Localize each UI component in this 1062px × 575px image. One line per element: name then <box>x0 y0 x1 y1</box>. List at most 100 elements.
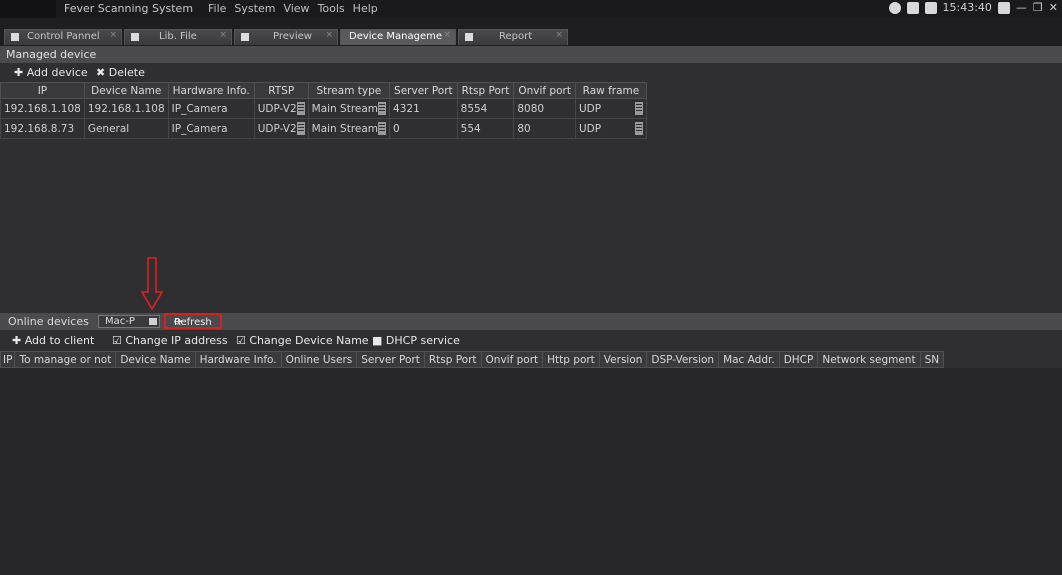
tab-preview[interactable]: Preview × <box>234 29 338 45</box>
add-device-button[interactable]: ✚ Add device <box>14 66 88 79</box>
plus-icon: ✚ <box>12 334 22 347</box>
info-icon[interactable] <box>888 1 901 14</box>
table-row[interactable]: 192.168.1.108 192.168.1.108 IP_Camera UD… <box>0 98 647 119</box>
user-icon[interactable] <box>997 1 1010 14</box>
col-stream-type[interactable]: Stream type <box>307 82 391 99</box>
col-onvif-port[interactable]: Onvif port <box>513 82 576 99</box>
menu-file[interactable]: File <box>208 2 226 15</box>
filter-dropdown[interactable]: Mac-P <box>98 315 160 328</box>
col-http-port[interactable]: Http port <box>542 351 600 368</box>
raw-frame-select[interactable]: UDP <box>574 118 647 139</box>
menu-view[interactable]: View <box>283 2 309 15</box>
col-rtsp-port[interactable]: Rtsp Port <box>456 82 515 99</box>
col-mac-addr[interactable]: Mac Addr. <box>718 351 780 368</box>
cell-rtsp-port[interactable]: 554 <box>456 118 515 139</box>
spinner-icon[interactable] <box>378 122 387 135</box>
col-to-manage[interactable]: To manage or not <box>14 351 117 368</box>
cell-hardware-info: IP_Camera <box>167 118 255 139</box>
monitor-icon[interactable] <box>906 1 919 14</box>
dhcp-service-button[interactable]: ■ DHCP service <box>372 334 460 347</box>
cell-onvif-port[interactable]: 80 <box>513 118 576 139</box>
col-ip[interactable]: IP <box>0 82 85 99</box>
filter-value: Mac-P <box>105 316 135 327</box>
rtsp-value: UDP-V2 <box>257 122 297 135</box>
spinner-icon[interactable] <box>634 102 643 115</box>
delete-label: Delete <box>108 66 145 79</box>
tab-bar: Control Pannel × Lib. File × Preview × D… <box>0 18 1062 46</box>
table-row[interactable]: 192.168.8.73 General IP_Camera UDP-V2 Ma… <box>0 118 647 139</box>
col-device-name[interactable]: Device Name <box>115 351 196 368</box>
cell-onvif-port[interactable]: 8080 <box>513 98 576 119</box>
col-network-segment[interactable]: Network segment <box>817 351 921 368</box>
stream-type-select[interactable]: Main Stream <box>307 118 391 139</box>
menu-tools[interactable]: Tools <box>318 2 345 15</box>
raw-frame-value: UDP <box>578 102 602 115</box>
managed-device-header: Managed device <box>0 46 1062 63</box>
spinner-icon[interactable] <box>296 102 305 115</box>
change-ip-button[interactable]: ☑ Change IP address <box>112 334 228 347</box>
spinner-icon[interactable] <box>634 122 643 135</box>
rtsp-select[interactable]: UDP-V2 <box>253 118 309 139</box>
col-onvif-port[interactable]: Onvif port <box>480 351 544 368</box>
col-device-name[interactable]: Device Name <box>83 82 169 99</box>
col-server-port[interactable]: Server Port <box>389 82 458 99</box>
online-device-list-area[interactable] <box>0 368 1062 575</box>
col-hardware-info[interactable]: Hardware Info. <box>194 351 282 368</box>
refresh-button[interactable]: ⟳ Refresh <box>164 313 222 329</box>
col-dhcp[interactable]: DHCP <box>778 351 819 368</box>
menu-system[interactable]: System <box>234 2 275 15</box>
col-ip[interactable]: IP <box>0 351 16 368</box>
preview-icon <box>241 33 249 41</box>
menu-help[interactable]: Help <box>353 2 378 15</box>
tab-control-pannel[interactable]: Control Pannel × <box>4 29 122 45</box>
dhcp-square-icon: ■ <box>372 334 383 347</box>
online-toolbar: ✚ Add to client ☑ Change IP address ☑ Ch… <box>0 332 1062 349</box>
tab-close-icon[interactable]: × <box>443 30 451 40</box>
dhcp-service-label: DHCP service <box>385 334 460 347</box>
spinner-icon[interactable] <box>378 102 387 115</box>
tab-label: Report <box>499 31 533 42</box>
rtsp-select[interactable]: UDP-V2 <box>253 98 309 119</box>
report-icon <box>465 33 473 41</box>
window-icon[interactable] <box>924 1 937 14</box>
delete-button[interactable]: ✖ Delete <box>96 66 145 79</box>
col-hardware-info[interactable]: Hardware Info. <box>167 82 255 99</box>
col-rtsp[interactable]: RTSP <box>253 82 309 99</box>
cell-server-port[interactable]: 0 <box>389 118 458 139</box>
cell-ip: 192.168.1.108 <box>0 98 85 119</box>
cell-rtsp-port[interactable]: 8554 <box>456 98 515 119</box>
tab-close-icon[interactable]: × <box>555 30 563 40</box>
chevron-down-icon[interactable] <box>149 318 157 325</box>
spinner-icon[interactable] <box>296 122 305 135</box>
edit-icon: ☑ <box>236 334 246 347</box>
control-panel-icon <box>11 33 19 41</box>
cell-server-port[interactable]: 4321 <box>389 98 458 119</box>
raw-frame-select[interactable]: UDP <box>574 98 647 119</box>
minimize-icon[interactable]: — <box>1016 1 1027 14</box>
online-devices-header: Online devices Mac-P ⟳ Refresh <box>0 313 1062 330</box>
col-raw-frame[interactable]: Raw frame <box>574 82 647 99</box>
tab-lib-file[interactable]: Lib. File × <box>124 29 232 45</box>
add-to-client-button[interactable]: ✚ Add to client <box>12 334 94 347</box>
stream-type-select[interactable]: Main Stream <box>307 98 391 119</box>
col-online-users[interactable]: Online Users <box>280 351 358 368</box>
col-sn[interactable]: SN <box>919 351 945 368</box>
rtsp-value: UDP-V2 <box>257 102 297 115</box>
tab-device-management[interactable]: Device Manageme × <box>340 29 456 45</box>
tab-close-icon[interactable]: × <box>219 30 227 40</box>
tab-close-icon[interactable]: × <box>109 30 117 40</box>
tab-report[interactable]: Report × <box>458 29 568 45</box>
tab-label: Preview <box>273 31 312 42</box>
change-device-name-button[interactable]: ☑ Change Device Name <box>236 334 369 347</box>
col-server-port[interactable]: Server Port <box>356 351 425 368</box>
tab-close-icon[interactable]: × <box>325 30 333 40</box>
add-to-client-label: Add to client <box>24 334 95 347</box>
col-dsp-version[interactable]: DSP-Version <box>646 351 720 368</box>
cell-device-name: 192.168.1.108 <box>83 98 169 119</box>
menu-bar: File System View Tools Help <box>208 2 378 15</box>
close-icon[interactable]: ✕ <box>1049 1 1058 14</box>
restore-icon[interactable]: ❐ <box>1033 1 1043 14</box>
col-rtsp-port[interactable]: Rtsp Port <box>423 351 482 368</box>
stream-type-value: Main Stream <box>311 122 379 135</box>
col-version[interactable]: Version <box>598 351 648 368</box>
